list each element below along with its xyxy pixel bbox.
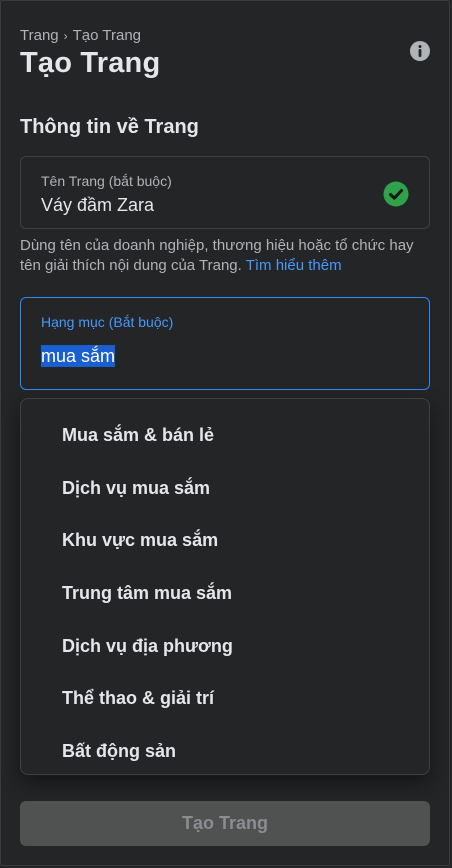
- create-page-button[interactable]: Tạo Trang: [20, 801, 430, 846]
- category-selected-text: mua sắm: [41, 345, 116, 367]
- category-option[interactable]: Trung tâm mua sắm: [21, 567, 429, 620]
- breadcrumb-current: Tạo Trang: [72, 27, 142, 44]
- category-input[interactable]: mua sắm: [41, 345, 116, 367]
- learn-more-link[interactable]: Tìm hiểu thêm: [246, 257, 342, 274]
- breadcrumb-parent[interactable]: Trang: [20, 27, 59, 44]
- category-option[interactable]: Mua sắm & bán lẻ: [21, 409, 429, 462]
- page-name-input[interactable]: Váy đầm Zara: [41, 195, 154, 216]
- breadcrumb: Trang › Tạo Trang: [20, 27, 141, 44]
- section-title: Thông tin về Trang: [20, 116, 199, 138]
- category-option[interactable]: Bất động sản: [21, 725, 429, 774]
- name-help-text: Dùng tên của doanh nghiệp, thương hiệu h…: [20, 236, 420, 276]
- category-field[interactable]: Hạng mục (Bắt buộc) mua sắm: [20, 297, 430, 390]
- category-option[interactable]: Thể thao & giải trí: [21, 672, 429, 725]
- page-title: Tạo Trang: [20, 47, 161, 79]
- category-option[interactable]: Dịch vụ mua sắm: [21, 462, 429, 515]
- page-name-label: Tên Trang (bắt buộc): [41, 173, 172, 189]
- category-option[interactable]: Khu vực mua sắm: [21, 514, 429, 567]
- page-name-field[interactable]: Tên Trang (bắt buộc) Váy đầm Zara: [20, 156, 430, 229]
- chevron-right-icon: ›: [63, 28, 68, 43]
- check-circle-icon: [383, 181, 409, 207]
- category-label: Hạng mục (Bắt buộc): [41, 314, 174, 330]
- category-option[interactable]: Dịch vụ địa phương: [21, 620, 429, 673]
- category-dropdown: Mua sắm & bán lẻ Dịch vụ mua sắm Khu vực…: [20, 398, 430, 775]
- help-text: Dùng tên của doanh nghiệp, thương hiệu h…: [20, 237, 414, 274]
- info-icon[interactable]: [409, 40, 431, 62]
